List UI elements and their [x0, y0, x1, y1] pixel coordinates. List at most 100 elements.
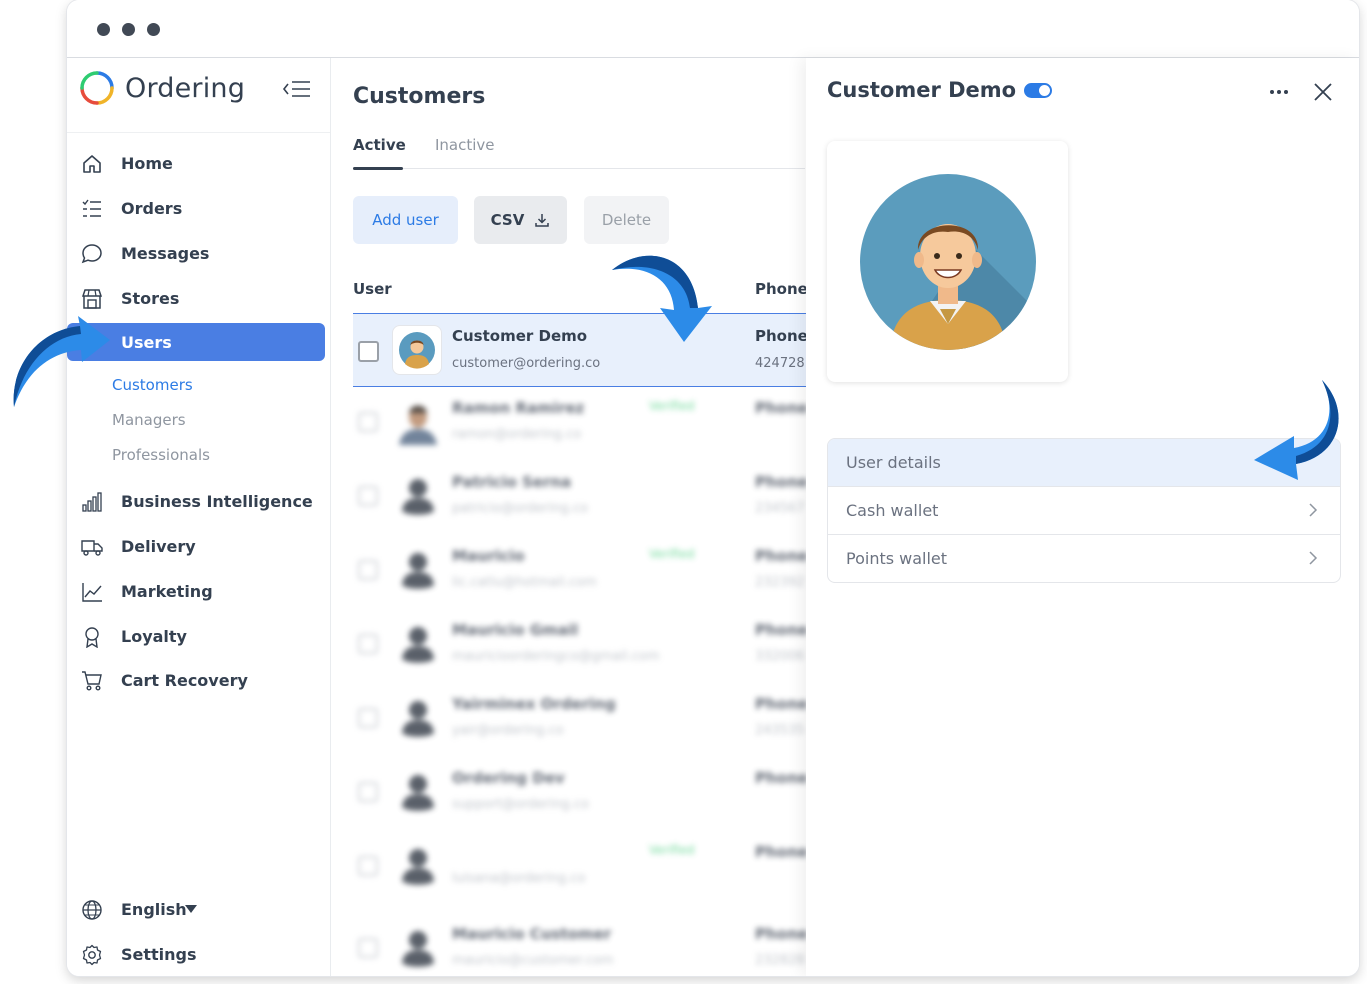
table-row[interactable]: Yairminex Ordering yair@ordering.co Phone 2… — [353, 683, 808, 753]
sidebar-subitem-professionals[interactable]: Professionals — [112, 446, 210, 464]
table-row[interactable]: Ramon Ramirez ramon@ordering.co Verified Ph… — [353, 387, 808, 457]
table-row-selected[interactable]: Customer Demo customer@ordering.co Phone… — [353, 313, 808, 387]
row-phone-label: Phone — [755, 621, 808, 639]
row-checkbox[interactable] — [358, 856, 378, 876]
sidebar-item-label: Stores — [121, 288, 180, 308]
line-chart-icon — [82, 583, 102, 602]
customer-photo-card[interactable] — [827, 141, 1068, 382]
customer-avatar — [860, 174, 1036, 350]
table-row[interactable]: Mauricio Gmail mauricioorderingco@gmail.c… — [353, 609, 808, 679]
row-phone-value: 424728 — [755, 356, 805, 371]
row-checkbox[interactable] — [358, 708, 378, 728]
row-user-email: mauricio@customer.com — [452, 953, 614, 968]
panel-title: Customer Demo — [827, 78, 1017, 102]
sidebar-item-label: Marketing — [121, 581, 213, 601]
close-icon[interactable] — [1311, 80, 1335, 104]
row-checkbox[interactable] — [358, 560, 378, 580]
more-options-icon[interactable] — [1267, 82, 1291, 102]
customer-detail-panel: Customer Demo User details Cash wallet P… — [806, 58, 1359, 976]
row-user-name: Ramon Ramirez — [452, 399, 585, 417]
row-checkbox[interactable] — [358, 486, 378, 506]
sidebar-item-messages[interactable]: Messages — [67, 234, 325, 272]
row-checkbox[interactable] — [358, 634, 378, 654]
sidebar-item-label: Orders — [121, 198, 183, 218]
avatar — [402, 627, 434, 663]
add-user-button[interactable]: Add user — [353, 196, 458, 244]
menu-item-points-wallet[interactable]: Points wallet — [828, 535, 1340, 582]
table-row[interactable]: luisana@ordering.co Verified Phone — [353, 831, 808, 901]
download-icon — [535, 214, 550, 227]
row-checkbox[interactable] — [358, 412, 378, 432]
delete-button[interactable]: Delete — [584, 196, 669, 244]
table-row[interactable]: Mauricio lic.catlu@hotmail.com Verified Pho… — [353, 535, 808, 605]
page-title: Customers — [353, 84, 486, 109]
language-selector[interactable]: English — [67, 890, 325, 928]
language-label: English — [121, 899, 187, 919]
cart-icon — [82, 671, 102, 691]
menu-item-label: User details — [846, 453, 941, 472]
row-phone-value: 332006 — [755, 649, 805, 664]
row-user-name: Ordering Dev — [452, 769, 565, 787]
chat-icon — [81, 244, 102, 264]
annotation-arrow-icon — [13, 316, 111, 407]
column-header-user: User — [353, 280, 392, 298]
list-icon — [82, 199, 101, 217]
window-dot-icon[interactable] — [122, 23, 135, 36]
annotation-arrow-icon — [1254, 380, 1339, 480]
brand-logo[interactable]: Ordering — [79, 68, 245, 108]
column-header-phone: Phone — [755, 280, 808, 298]
table-row[interactable]: Patricio Serna patricio@ordering.co Phone 2… — [353, 461, 808, 531]
row-checkbox[interactable] — [358, 341, 379, 362]
avatar — [402, 931, 434, 967]
window-dot-icon[interactable] — [147, 23, 160, 36]
row-phone-label: Phone — [755, 473, 808, 491]
sidebar-divider — [67, 132, 330, 133]
add-user-label: Add user — [372, 211, 439, 229]
row-phone-label: Phone — [755, 843, 808, 861]
tab-inactive[interactable]: Inactive — [435, 136, 495, 154]
sidebar-item-loyalty[interactable]: Loyalty — [67, 617, 325, 655]
row-phone-label: Phone — [755, 327, 808, 345]
sidebar-item-orders[interactable]: Orders — [67, 189, 325, 227]
menu-item-cash-wallet[interactable]: Cash wallet — [828, 487, 1340, 535]
sidebar-item-business-intelligence[interactable]: Business Intelligence — [67, 482, 325, 520]
ordering-logo-icon — [80, 71, 114, 105]
row-user-name: Mauricio — [452, 547, 525, 565]
verified-badge: Verified — [649, 547, 695, 561]
row-user-email: luisana@ordering.co — [452, 871, 586, 886]
gear-icon — [82, 944, 102, 966]
verified-badge: Verified — [649, 843, 695, 857]
csv-button[interactable]: CSV — [474, 196, 567, 244]
tab-divider — [353, 168, 805, 169]
sidebar-item-delivery[interactable]: Delivery — [67, 527, 325, 565]
row-phone-value: 232828 — [755, 953, 805, 968]
window-titlebar — [67, 0, 1359, 58]
avatar — [402, 849, 434, 885]
row-phone-label: Phone — [755, 925, 808, 943]
sidebar-item-marketing[interactable]: Marketing — [67, 572, 325, 610]
award-icon — [85, 627, 99, 648]
table-row[interactable]: Ordering Dev support@ordering.co Phone — [353, 757, 808, 827]
row-checkbox[interactable] — [358, 938, 378, 958]
row-checkbox[interactable] — [358, 782, 378, 802]
active-toggle[interactable] — [1024, 83, 1052, 98]
table-row[interactable]: Mauricio Customer mauricio@customer.com Ph… — [353, 913, 808, 976]
sidebar-item-home[interactable]: Home — [67, 144, 325, 182]
sidebar-subitem-customers[interactable]: Customers — [112, 376, 193, 394]
chevron-right-icon — [1309, 551, 1318, 565]
sidebar-item-cart-recovery[interactable]: Cart Recovery — [67, 661, 325, 699]
tab-active-indicator — [353, 167, 403, 170]
row-user-email: support@ordering.co — [452, 797, 589, 812]
avatar — [395, 399, 441, 445]
row-phone-value: 232392 — [755, 575, 805, 590]
chevron-right-icon — [1309, 503, 1318, 517]
row-phone-value: 243535 — [755, 723, 805, 738]
user-avatar-icon — [399, 332, 435, 369]
window-dot-icon[interactable] — [97, 23, 110, 36]
collapse-menu-icon[interactable] — [282, 78, 312, 100]
row-phone-value: 234567 — [755, 501, 805, 516]
sidebar-item-settings[interactable]: Settings — [67, 935, 325, 973]
row-user-name: Customer Demo — [452, 327, 588, 345]
sidebar-subitem-managers[interactable]: Managers — [112, 411, 186, 429]
tab-active[interactable]: Active — [353, 136, 406, 154]
